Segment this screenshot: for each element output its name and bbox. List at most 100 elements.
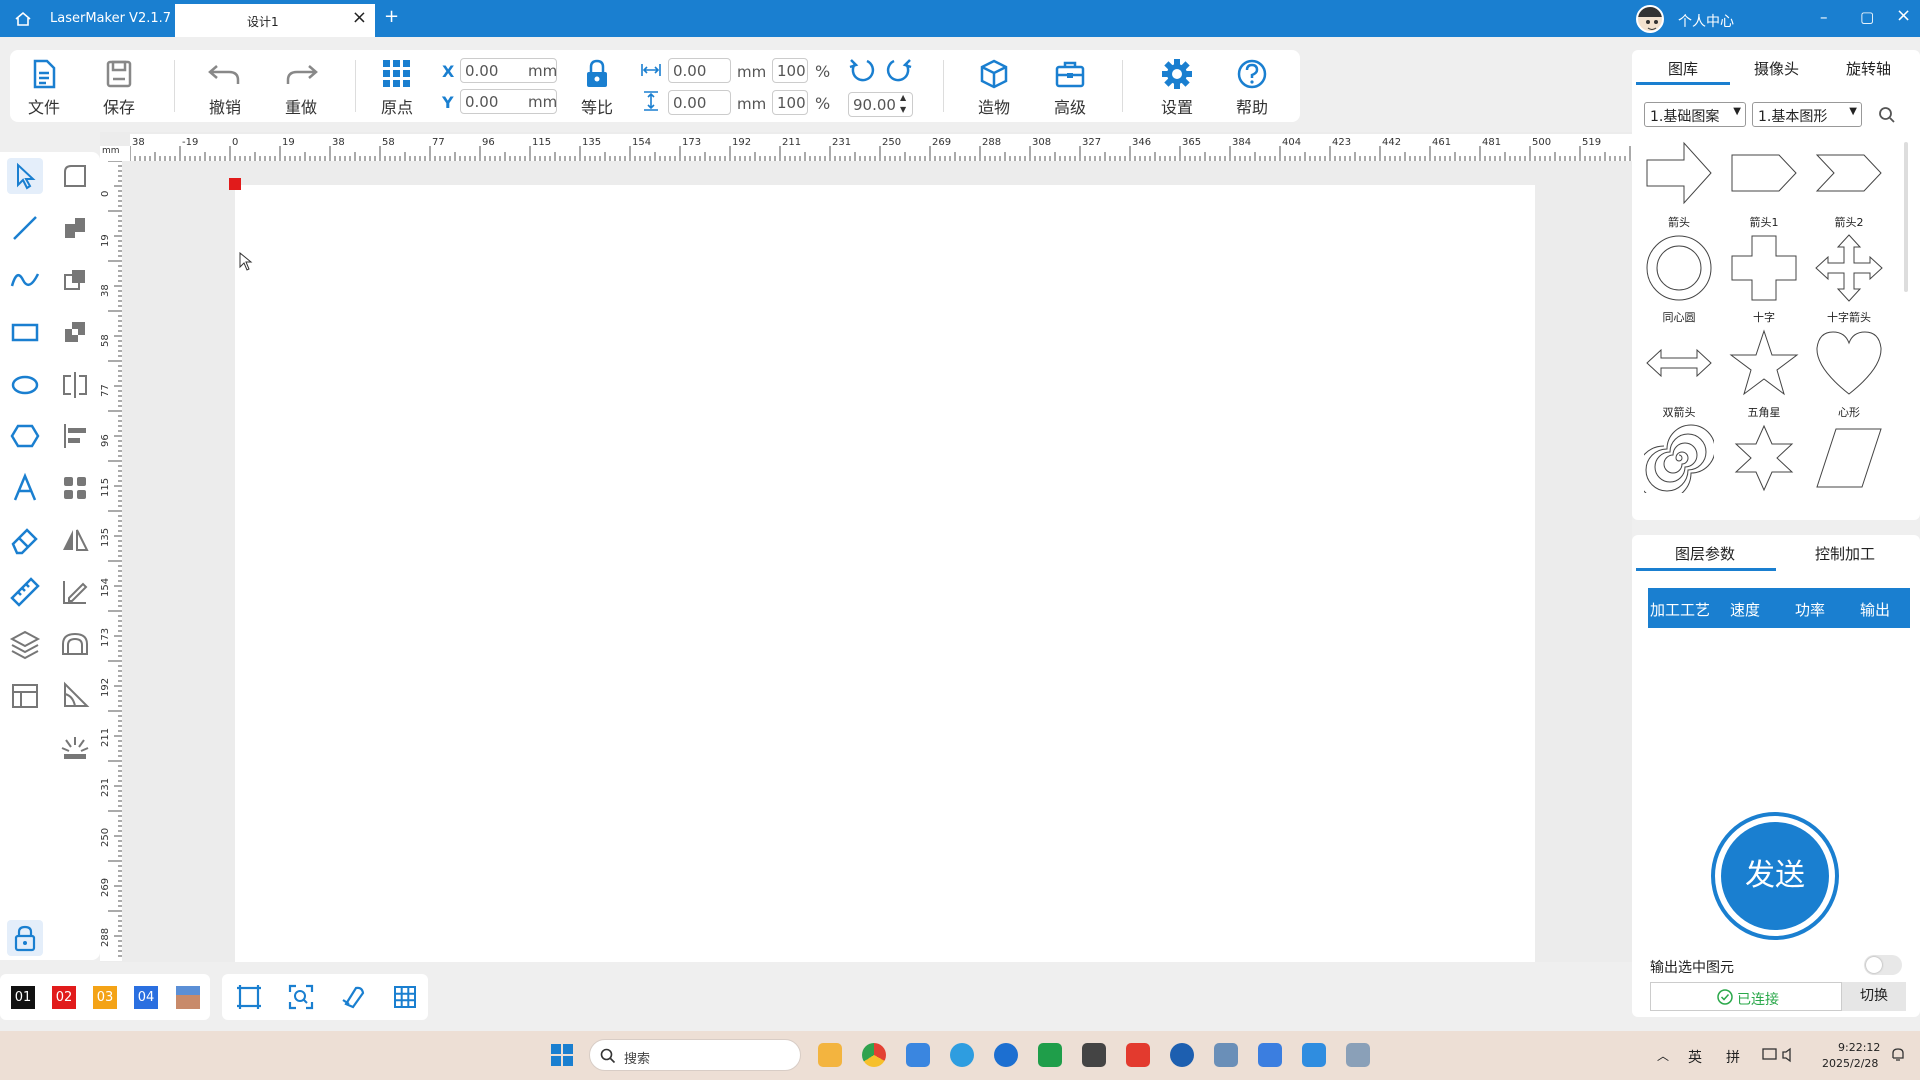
magnet-icon[interactable] [340,984,366,1010]
fit-page-icon[interactable] [236,984,262,1010]
subtract-tool[interactable] [57,262,93,298]
height-percent-input[interactable]: 100 [772,90,808,115]
switch-button[interactable]: 切换 [1842,982,1906,1011]
grid-icon[interactable] [392,984,418,1010]
category-select[interactable]: 1.基础图案 ▼ [1644,102,1746,127]
zoom-selection-icon[interactable] [288,984,314,1010]
line-tool[interactable] [7,210,43,246]
qq-browser-icon[interactable] [950,1043,974,1067]
chrome-icon[interactable] [862,1043,886,1067]
edit-path-tool[interactable] [57,574,93,610]
settings-button[interactable]: 设置 [1147,58,1207,120]
build-button[interactable]: 造物 [964,58,1024,120]
home-icon[interactable] [14,10,32,28]
lasermaker-taskbar-icon[interactable] [1302,1043,1326,1067]
image-layer-chip[interactable] [176,986,200,1009]
v-app-icon[interactable] [1170,1043,1194,1067]
shape-spiral[interactable] [1636,423,1719,501]
work-area[interactable] [235,185,1535,962]
advanced-button[interactable]: 高级 [1040,58,1100,120]
angle-tool[interactable] [57,678,93,714]
tab-layer-params[interactable]: 图层参数 [1675,543,1735,564]
monitor-chart-icon[interactable] [1214,1043,1238,1067]
shape-cross-arrow[interactable]: 十字箭头 [1809,233,1889,325]
shape-star[interactable]: 五角星 [1724,328,1804,420]
maximize-button[interactable]: ▢ [1860,8,1874,26]
select-tool[interactable] [7,158,43,194]
ime-pinyin[interactable]: 拼 [1726,1047,1740,1067]
layers-tool[interactable] [7,626,43,662]
layer-chip-04[interactable]: 04 [134,986,158,1009]
laser-effect-tool[interactable] [57,730,93,766]
scrollbar[interactable] [1904,142,1908,292]
ime-english[interactable]: 英 [1688,1047,1702,1067]
remote-desktop-icon[interactable] [1346,1043,1370,1067]
redo-button[interactable]: 重做 [271,58,331,120]
text-tool[interactable] [7,470,43,506]
wps-icon[interactable] [1126,1043,1150,1067]
rotate-ccw-icon[interactable] [847,56,877,86]
eraser-tool[interactable] [7,522,43,558]
tab-camera[interactable]: 摄像头 [1754,58,1799,79]
rotate-cw-icon[interactable] [884,56,914,86]
tab-close-button[interactable]: × [352,8,367,28]
video-app-icon[interactable] [1258,1043,1282,1067]
tab-gallery[interactable]: 图库 [1668,58,1698,79]
shape-arrow[interactable]: 箭头 [1639,138,1719,230]
network-volume-icon[interactable] [1762,1047,1796,1063]
tab-design1[interactable]: 设计1 × [175,4,375,37]
intersect-tool[interactable] [57,314,93,350]
flip-tool[interactable] [57,522,93,558]
tray-expand-icon[interactable]: ︿ [1657,1047,1669,1064]
origin-button[interactable]: 原点 [367,58,427,120]
union-tool[interactable] [57,210,93,246]
array-tool[interactable] [57,470,93,506]
shape-parallelogram[interactable] [1809,423,1889,497]
send-button[interactable]: 发送 [1711,812,1839,940]
minimize-button[interactable]: – [1820,8,1828,26]
width-input[interactable]: 0.00 [668,58,731,83]
width-percent-input[interactable]: 100 [772,58,808,83]
polygon-tool[interactable] [7,418,43,454]
avatar[interactable] [1636,5,1664,33]
mirror-tool[interactable] [57,366,93,402]
align-tool[interactable] [57,418,93,454]
rectangle-tool[interactable] [7,314,43,350]
shape-arrow2[interactable]: 箭头2 [1809,138,1889,230]
shape-double-arrow[interactable]: 双箭头 [1639,328,1719,420]
shape-heart[interactable]: 心形 [1809,328,1889,420]
save-button[interactable]: 保存 [89,58,149,120]
file-button[interactable]: 文件 [14,58,74,120]
layer-chip-02[interactable]: 02 [52,986,76,1009]
shape-hexagram[interactable] [1724,423,1804,497]
layout-tool[interactable] [7,678,43,714]
tab-rotary[interactable]: 旋转轴 [1846,58,1891,79]
undo-button[interactable]: 撤销 [195,58,255,120]
node-edit-tool[interactable] [57,158,93,194]
shape-concentric-circle[interactable]: 同心圆 [1639,233,1719,325]
ellipse-tool[interactable] [7,366,43,402]
layer-chip-01[interactable]: 01 [11,986,35,1009]
height-input[interactable]: 0.00 [668,90,731,115]
add-tab-button[interactable]: + [384,6,399,27]
search-icon[interactable] [1878,106,1896,124]
app-store-icon[interactable] [906,1043,930,1067]
curve-tool[interactable] [7,262,43,298]
notification-icon[interactable] [1890,1047,1906,1063]
taskbar-search[interactable]: 搜索 [589,1039,801,1071]
help-button[interactable]: 帮助 [1222,58,1282,120]
shape-select[interactable]: 1.基本图形 ▼ [1752,102,1862,127]
output-selected-toggle[interactable] [1864,955,1902,975]
layer-chip-03[interactable]: 03 [93,986,117,1009]
spinner-arrows-icon[interactable]: ▲ ▼ [900,92,906,116]
lock-canvas-button[interactable] [7,920,43,956]
measure-tool[interactable] [7,574,43,610]
windows-start-icon[interactable] [551,1044,573,1066]
shape-arrow1[interactable]: 箭头1 [1724,138,1804,230]
offset-tool[interactable] [57,626,93,662]
file-explorer-icon[interactable] [818,1043,842,1067]
inkscape-icon[interactable] [1082,1043,1106,1067]
user-center-link[interactable]: 个人中心 [1678,11,1734,31]
shape-cross[interactable]: 十字 [1724,233,1804,325]
k-app-icon[interactable] [994,1043,1018,1067]
